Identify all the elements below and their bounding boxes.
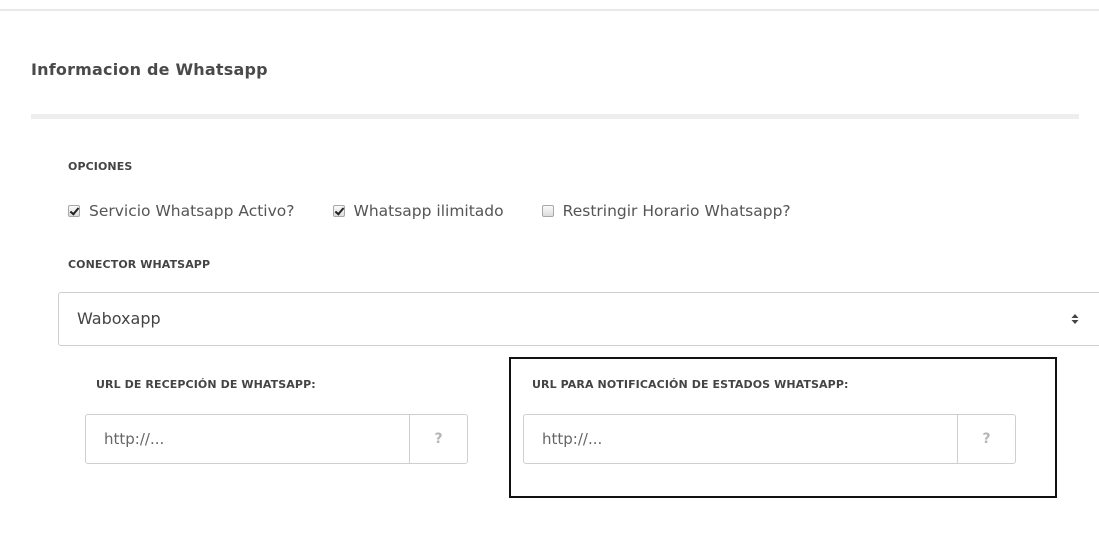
url-reception-label: URL DE RECEPCIÓN DE WHATSAPP:: [96, 378, 316, 391]
options-label: OPCIONES: [68, 160, 133, 173]
checkbox-checked-icon[interactable]: [68, 205, 80, 217]
select-updown-icon: [1071, 314, 1079, 324]
section-divider: [31, 114, 1079, 119]
checkbox-label: Whatsapp ilimitado: [353, 202, 504, 220]
connector-label: CONECTOR WHATSAPP: [68, 258, 211, 271]
checkbox-label: Restringir Horario Whatsapp?: [562, 202, 791, 220]
top-divider: [0, 9, 1099, 11]
section-title: Informacion de Whatsapp: [31, 60, 268, 79]
checkbox-checked-icon[interactable]: [332, 205, 345, 217]
highlight-annotation-box: [509, 357, 1057, 498]
help-icon[interactable]: ?: [409, 415, 467, 463]
checkbox-whatsapp-ilimitado[interactable]: Whatsapp ilimitado: [332, 202, 504, 220]
checkbox-label: Servicio Whatsapp Activo?: [89, 202, 295, 220]
url-reception-group: ?: [85, 414, 468, 464]
connector-selected-value: Waboxapp: [77, 309, 161, 328]
checkbox-unchecked-icon[interactable]: [541, 205, 554, 217]
connector-select[interactable]: Waboxapp: [58, 292, 1099, 346]
url-reception-input[interactable]: [86, 415, 409, 463]
options-checkbox-group: Servicio Whatsapp Activo? Whatsapp ilimi…: [68, 202, 791, 220]
checkbox-servicio-whatsapp-activo[interactable]: Servicio Whatsapp Activo?: [68, 202, 295, 220]
checkbox-restringir-horario[interactable]: Restringir Horario Whatsapp?: [541, 202, 791, 220]
whatsapp-settings-page: Informacion de Whatsapp OPCIONES Servici…: [0, 0, 1099, 537]
